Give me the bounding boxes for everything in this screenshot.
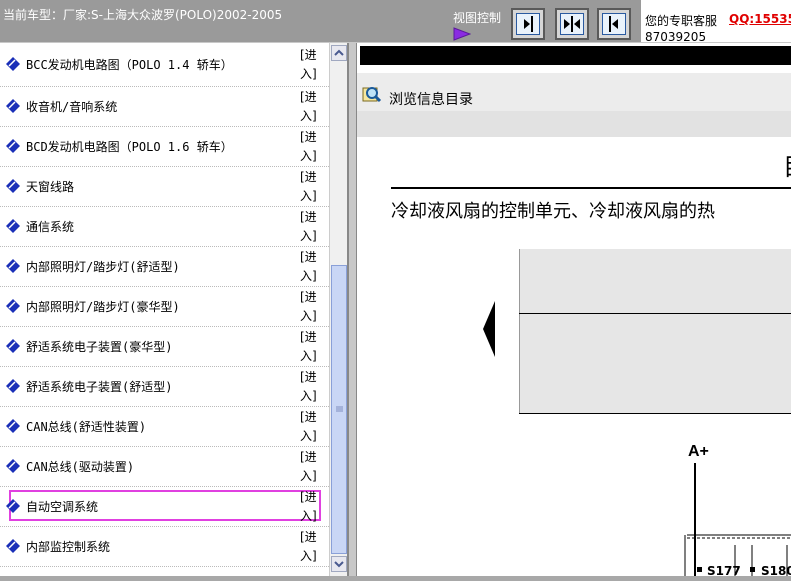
toc-item[interactable]: CAN总线(舒适性装置) [进入]: [0, 407, 329, 447]
scroll-thumb[interactable]: [331, 265, 347, 554]
view-split-button[interactable]: [555, 8, 589, 40]
toc-enter-link[interactable]: [进入]: [300, 328, 324, 366]
toc-item[interactable]: BCC发动机电路图（POLO 1.4 轿车） [进入]: [0, 43, 329, 87]
toc-enter-link[interactable]: [进入]: [300, 46, 324, 84]
view-control-label: 视图控制: [453, 11, 502, 25]
book-diamond-icon: [6, 179, 20, 193]
book-diamond-icon: [6, 379, 20, 393]
book-diamond-icon: [6, 259, 20, 273]
toc-scrollbar[interactable]: [329, 43, 347, 576]
support-phone: 87039205: [645, 30, 707, 44]
toc-list: BCC发动机电路图（POLO 1.4 轿车） [进入] 收音机/音响系统 [进入] BC…: [0, 43, 329, 567]
book-diamond-icon: [6, 499, 20, 513]
toc-item[interactable]: 舒适系统电子装置(舒适型) [进入]: [0, 367, 329, 407]
toc-item-label[interactable]: 通信系统: [26, 218, 74, 235]
scroll-down-button[interactable]: [331, 556, 347, 572]
browse-catalog-link[interactable]: 浏览信息目录: [389, 89, 473, 109]
book-diamond-icon: [6, 99, 20, 113]
chevron-down-icon: [334, 561, 344, 568]
doc-line: [519, 413, 791, 414]
book-diamond-icon: [6, 459, 20, 473]
toc-enter-link[interactable]: [进入]: [300, 88, 324, 126]
toc-item[interactable]: 天窗线路 [进入]: [0, 167, 329, 207]
fuse-label: S180: [761, 564, 791, 576]
doc-line: [519, 313, 791, 314]
toc-item[interactable]: 收音机/音响系统 [进入]: [0, 87, 329, 127]
toc-item[interactable]: BCD发动机电路图（POLO 1.6 轿车） [进入]: [0, 127, 329, 167]
toc-item-label[interactable]: 舒适系统电子装置(舒适型): [26, 378, 172, 395]
toc-enter-link[interactable]: [进入]: [300, 528, 324, 566]
view-left-panel-button[interactable]: [511, 8, 545, 40]
toc-item[interactable]: 舒适系统电子装置(豪华型) [进入]: [0, 327, 329, 367]
toc-item-label[interactable]: BCD发动机电路图（POLO 1.6 轿车）: [26, 138, 233, 155]
qq-link[interactable]: QQ:155350: [729, 12, 791, 26]
toc-item-label[interactable]: 自动空调系统: [26, 498, 98, 515]
book-diamond-icon: [6, 299, 20, 313]
book-diamond-icon: [6, 57, 20, 71]
magnifier-book-icon[interactable]: [362, 85, 382, 103]
toc-item[interactable]: CAN总线(驱动装置) [进入]: [0, 447, 329, 487]
browse-toolbar: 浏览信息目录: [357, 73, 791, 111]
arrow-right-bar-icon: [524, 16, 533, 32]
viewer-title-bar: [360, 46, 791, 65]
toc-item-label[interactable]: 内部照明灯/踏步灯(豪华型): [26, 298, 180, 315]
toc-enter-link[interactable]: [进入]: [300, 368, 324, 406]
toc-enter-link[interactable]: [进入]: [300, 248, 324, 286]
terminal-label: A+: [688, 443, 709, 460]
toc-item-label[interactable]: 内部照明灯/踏步灯(舒适型): [26, 258, 180, 275]
toc-enter-link[interactable]: [进入]: [300, 288, 324, 326]
toc-enter-link[interactable]: [进入]: [300, 448, 324, 486]
split-arrows-icon: [564, 16, 580, 32]
toc-enter-link[interactable]: [进入]: [300, 408, 324, 446]
viewer-separator: [357, 111, 791, 137]
book-diamond-icon: [6, 139, 20, 153]
toc-item[interactable]: 通信系统 [进入]: [0, 207, 329, 247]
toc-item-label[interactable]: CAN总线(舒适性装置): [26, 418, 146, 435]
toc-item-label[interactable]: 内部监控制系统: [26, 538, 110, 555]
support-area: 您的专职客服 QQ:155350 87039205: [641, 0, 791, 44]
purple-triangle-icon: [453, 27, 471, 41]
toc-item-label[interactable]: BCC发动机电路图（POLO 1.4 轿车）: [26, 56, 233, 73]
book-diamond-icon: [6, 539, 20, 553]
doc-rule: [391, 187, 791, 189]
top-header: 当前车型：厂家:S-上海大众波罗(POLO)2002-2005 视图控制 您的专…: [0, 0, 791, 44]
view-right-panel-button[interactable]: [597, 8, 631, 40]
book-diamond-icon: [6, 219, 20, 233]
toc-enter-link[interactable]: [进入]: [300, 208, 324, 246]
toc-item[interactable]: 内部监控制系统 [进入]: [0, 527, 329, 567]
toc-item-label[interactable]: 舒适系统电子装置(豪华型): [26, 338, 172, 355]
toc-item-label[interactable]: CAN总线(驱动装置): [26, 458, 134, 475]
toc-item-label[interactable]: 收音机/音响系统: [26, 98, 117, 115]
toc-enter-link[interactable]: [进入]: [300, 128, 324, 166]
chevron-up-icon: [334, 49, 344, 56]
scroll-up-button[interactable]: [331, 45, 347, 61]
toc-enter-link[interactable]: [进入]: [300, 488, 324, 526]
fuse-label: S177: [707, 564, 741, 576]
document-viewer: 浏览信息目录 目 冷却液风扇的控制单元、冷却液风扇的热 A+ S177 S180: [356, 43, 791, 576]
wiring-schematic: [684, 463, 791, 576]
book-diamond-icon: [6, 419, 20, 433]
toc-item[interactable]: 内部照明灯/踏步灯(豪华型) [进入]: [0, 287, 329, 327]
support-label: 您的专职客服: [645, 14, 718, 28]
doc-arrow-left-icon: [483, 301, 495, 357]
toc-item[interactable]: 内部照明灯/踏步灯(舒适型) [进入]: [0, 247, 329, 287]
toc-item-label[interactable]: 天窗线路: [26, 178, 74, 195]
arrow-left-bar-icon: [609, 16, 618, 32]
doc-title-fragment: 目: [783, 147, 791, 182]
book-diamond-icon: [6, 339, 20, 353]
toc-item[interactable]: 自动空调系统 [进入]: [0, 487, 329, 527]
toc-panel: BCC发动机电路图（POLO 1.4 轿车） [进入] 收音机/音响系统 [进入] BC…: [0, 43, 349, 576]
bottom-strip: [0, 576, 791, 581]
current-car-model: 当前车型：厂家:S-上海大众波罗(POLO)2002-2005: [3, 8, 283, 22]
document-page: 目 冷却液风扇的控制单元、冷却液风扇的热 A+ S177 S180: [357, 137, 791, 576]
grip-icon: [336, 406, 343, 412]
doc-heading: 冷却液风扇的控制单元、冷却液风扇的热: [391, 201, 715, 222]
toc-enter-link[interactable]: [进入]: [300, 168, 324, 206]
doc-grey-area: [519, 249, 791, 413]
